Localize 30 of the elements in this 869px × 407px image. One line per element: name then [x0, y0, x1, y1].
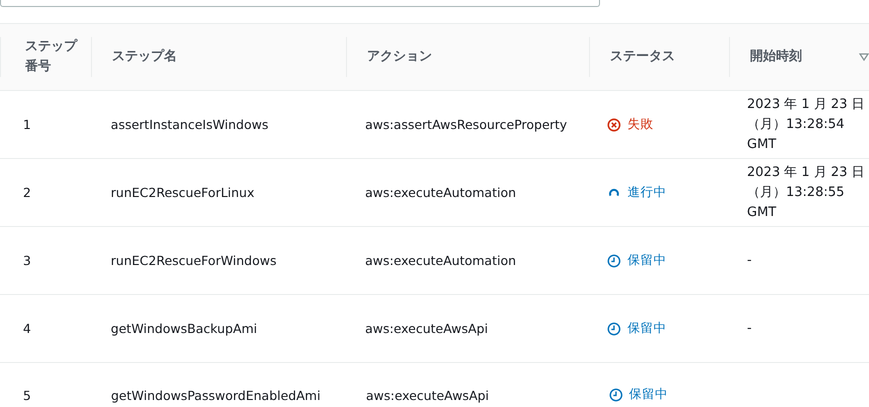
column-header[interactable]: ステップ番号 [25, 37, 77, 77]
step-name: runEC2RescueForLinux [110, 185, 254, 200]
start-time: 2023 年 1 月 23 日（月）13:28:54 GMT [747, 96, 866, 154]
step-name: getWindowsPasswordEnabledAmi [111, 388, 320, 403]
sort-icon[interactable] [859, 53, 869, 61]
status-label: 保留中 [627, 252, 666, 269]
step-number: 2 [23, 185, 31, 200]
column-header[interactable]: アクション [367, 47, 432, 67]
step-number: 3 [23, 253, 31, 268]
step-name: assertInstanceIsWindows [110, 117, 268, 132]
step-number: 4 [23, 321, 31, 336]
step-number: 5 [23, 388, 31, 403]
start-time: 2023 年 1 月 23 日（月）13:28:55 GMT [747, 164, 866, 222]
action-name: aws:executeAutomation [365, 253, 516, 268]
column-header[interactable]: ステータス [610, 47, 675, 67]
status-label: 失敗 [627, 116, 654, 133]
action-name: aws:executeAwsApi [366, 388, 489, 403]
step-name: getWindowsBackupAmi [110, 321, 258, 336]
status-label: 保留中 [629, 386, 668, 403]
action-name: aws:executeAwsApi [365, 321, 488, 336]
action-name: aws:assertAwsResourceProperty [365, 117, 568, 132]
column-header[interactable]: 開始時刻 [750, 47, 802, 67]
status-label: 保留中 [627, 320, 666, 337]
start-time: - [747, 320, 753, 338]
start-time: - [747, 252, 753, 270]
step-number: 1 [23, 117, 31, 132]
action-name: aws:executeAutomation [365, 185, 516, 200]
column-header[interactable]: ステップ名 [112, 47, 177, 67]
step-name: runEC2RescueForWindows [110, 253, 277, 268]
status-label: 進行中 [627, 184, 666, 201]
